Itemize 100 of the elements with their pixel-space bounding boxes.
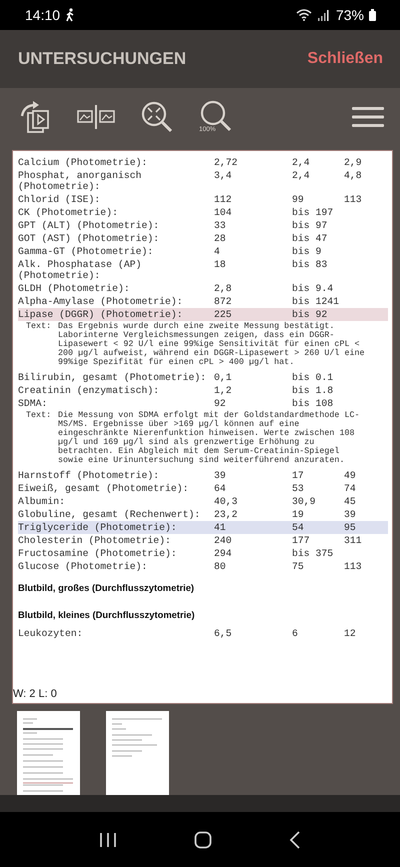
reference-value: bis 92	[292, 309, 328, 320]
result-value: 40,3	[214, 496, 239, 507]
menu-icon[interactable]	[352, 106, 384, 128]
zoom-fit-icon[interactable]	[140, 100, 174, 134]
reference-value: bis 197	[292, 207, 334, 218]
reference-value: bis 108	[292, 398, 334, 409]
result-value: 28	[214, 233, 227, 244]
reference-value: 311	[344, 535, 363, 546]
test-name: Gamma-GT (Photometrie):	[18, 246, 154, 257]
result-value: 294	[214, 548, 233, 559]
reference-value: bis 375	[292, 548, 334, 559]
reference-value: 53	[292, 483, 305, 494]
result-value: 2,72	[214, 157, 239, 168]
page-thumbnail[interactable]	[17, 711, 80, 798]
test-name: Calcium (Photometrie):	[18, 157, 148, 168]
reference-value: bis 9.4	[292, 283, 334, 294]
test-name: Harnstoff (Photometrie):	[18, 470, 160, 481]
recent-apps-icon[interactable]	[98, 832, 117, 848]
battery-percent: 73%	[336, 7, 364, 23]
walking-person-icon	[65, 8, 76, 22]
reference-value: 99	[292, 194, 305, 205]
test-name: Glucose (Photometrie):	[18, 561, 148, 572]
reference-value: 39	[344, 509, 357, 520]
result-value: 64	[214, 483, 227, 494]
reference-value: 30,9	[292, 496, 317, 507]
test-name: Triglyceride (Photometrie):	[18, 522, 178, 533]
result-value: 240	[214, 535, 233, 546]
split-view-icon[interactable]	[77, 104, 115, 130]
result-value: 1,2	[214, 385, 233, 396]
reference-value: 113	[344, 194, 363, 205]
wifi-icon	[296, 9, 312, 21]
page-thumbnail[interactable]	[106, 711, 169, 798]
reference-value: bis 83	[292, 259, 328, 272]
page-title: UNTERSUCHUNGEN	[18, 49, 186, 69]
test-name: Alpha-Amylase (Photometrie):	[18, 296, 184, 307]
reference-value: 54	[292, 522, 305, 533]
result-value: 18	[214, 259, 227, 272]
back-icon[interactable]	[289, 830, 302, 848]
reference-value: 6	[292, 628, 299, 639]
result-value: 33	[214, 220, 227, 231]
reference-value: bis 0.1	[292, 372, 334, 383]
reference-value: 12	[344, 628, 357, 639]
close-button[interactable]: Schließen	[307, 50, 383, 68]
test-name: GLDH (Photometrie):	[18, 283, 131, 294]
reference-value: 2,4	[292, 170, 311, 183]
reference-value: 75	[292, 561, 305, 572]
reference-value: 2,9	[344, 157, 363, 168]
rotate-pages-icon[interactable]	[18, 100, 52, 134]
result-value: 39	[214, 470, 227, 481]
result-value: 23,2	[214, 509, 239, 520]
clock-time: 14:10	[25, 7, 60, 23]
reference-value: bis 1241	[292, 296, 340, 307]
result-value: 112	[214, 194, 233, 205]
result-value: 6,5	[214, 628, 233, 639]
test-name: GPT (ALT) (Photometrie):	[18, 220, 160, 231]
result-value: 0,1	[214, 372, 233, 383]
reference-value: 4,8	[344, 170, 363, 183]
reference-value: 74	[344, 483, 357, 494]
test-name: Leukozyten:	[18, 628, 84, 639]
result-value: 80	[214, 561, 227, 572]
result-value: 4	[214, 246, 221, 257]
test-name: Cholesterin (Photometrie):	[18, 535, 172, 546]
test-name: Bilirubin, gesamt (Photometrie):	[18, 372, 208, 383]
test-name: Globuline, gesamt (Rechenwert):	[18, 509, 202, 520]
battery-icon	[369, 9, 376, 21]
reference-value: bis 47	[292, 233, 328, 244]
reference-value: 49	[344, 470, 357, 481]
note-label: Text:	[26, 411, 52, 422]
test-name: Creatinin (enzymatisch):	[18, 385, 160, 396]
result-value: 104	[214, 207, 233, 218]
test-name: CK (Photometrie):	[18, 207, 119, 218]
signal-icon	[316, 9, 329, 21]
test-name: Albumin:	[18, 496, 66, 507]
test-name: Phosphat, anorganisch (Photometrie):	[18, 170, 142, 192]
note-label: Text:	[26, 322, 52, 333]
test-name: Fructosamine (Photometrie):	[18, 548, 178, 559]
reference-value: 177	[292, 535, 311, 546]
section-heading: Blutbild, großes (Durchflusszytometrie)	[18, 581, 196, 595]
reference-value: 19	[292, 509, 305, 520]
overlay-label: W: 2 L: 0	[13, 688, 57, 700]
test-name: Chlorid (ISE):	[18, 194, 102, 205]
result-value: 2,8	[214, 283, 233, 294]
reference-value: bis 9	[292, 246, 322, 257]
reference-value: 45	[344, 496, 357, 507]
result-value: 92	[214, 398, 227, 409]
home-icon[interactable]	[194, 830, 212, 848]
reference-value: 95	[344, 522, 357, 533]
result-value: 225	[214, 309, 233, 320]
reference-value: bis 97	[292, 220, 328, 231]
reference-value: 2,4	[292, 157, 311, 168]
result-value: 41	[214, 522, 227, 533]
test-name: SDMA:	[18, 398, 48, 409]
test-name: Eiweiß, gesamt (Photometrie):	[18, 483, 190, 494]
test-name: GOT (AST) (Photometrie):	[18, 233, 160, 244]
test-name: Alk. Phosphatase (AP) (Photometrie):	[18, 259, 142, 281]
reference-value: 17	[292, 470, 305, 481]
reference-value: bis 1.8	[292, 385, 334, 396]
test-name: Lipase (DGGR) (Photometrie):	[18, 309, 184, 320]
section-heading: Blutbild, kleines (Durchflusszytometrie)	[18, 608, 196, 622]
result-value: 872	[214, 296, 233, 307]
